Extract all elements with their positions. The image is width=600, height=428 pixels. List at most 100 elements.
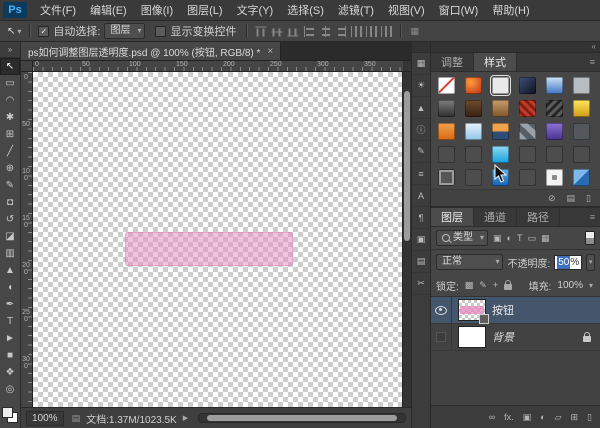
lock-transparency-icon[interactable]: ▩ <box>465 280 474 291</box>
style-swatch[interactable] <box>546 123 563 140</box>
menu-item[interactable]: 图像(I) <box>134 2 180 18</box>
panel-brush-icon[interactable]: ✎ <box>412 141 430 163</box>
tab-paths[interactable]: 路径 <box>517 208 560 226</box>
pen-tool[interactable]: ✒ <box>0 296 20 313</box>
toolbar-collapse-icon[interactable]: » <box>0 42 20 58</box>
lock-pixels-icon[interactable]: ✎ <box>479 280 487 291</box>
distribute-bottom-icon[interactable] <box>381 26 392 37</box>
layer-effects-icon[interactable]: fx. <box>504 412 514 422</box>
layer-filter-dropdown[interactable]: 类型 <box>436 230 488 246</box>
panel-info-icon[interactable]: ⓘ <box>412 119 430 141</box>
crop-tool[interactable]: ⊞ <box>0 126 20 143</box>
tab-styles[interactable]: 样式 <box>474 53 517 71</box>
menu-item[interactable]: 视图(V) <box>381 2 432 18</box>
rectangular-marquee-tool[interactable]: ▭ <box>0 75 20 92</box>
layer-filter-toggle[interactable] <box>585 231 595 245</box>
menu-item[interactable]: 文字(Y) <box>230 2 281 18</box>
auto-select-dropdown[interactable]: 图层 <box>104 23 145 39</box>
menu-item[interactable]: 编辑(E) <box>83 2 134 18</box>
hand-tool[interactable]: ❖ <box>0 364 20 381</box>
panel-tool-presets-icon[interactable]: ✂ <box>412 273 430 295</box>
auto-select-checkbox[interactable] <box>38 26 49 37</box>
tool-preset-caret-icon[interactable]: ▾ <box>17 27 21 36</box>
menu-item[interactable]: 图层(L) <box>180 2 229 18</box>
panel-layer-comps-icon[interactable]: ▣ <box>412 229 430 251</box>
collapse-panels-icon[interactable]: « <box>592 42 596 52</box>
style-swatch[interactable] <box>492 146 509 163</box>
new-adjustment-layer-icon[interactable]: ◐ <box>540 412 545 422</box>
style-swatch[interactable] <box>438 169 455 186</box>
foreground-color-swatch[interactable] <box>3 408 12 417</box>
spot-healing-brush-tool[interactable]: ⊕ <box>0 160 20 177</box>
style-swatch[interactable] <box>573 123 590 140</box>
blend-mode-dropdown[interactable]: 正常 <box>436 254 503 270</box>
eyedropper-tool[interactable]: ╱ <box>0 143 20 160</box>
opacity-field[interactable]: 50 % <box>554 255 582 270</box>
dodge-tool[interactable]: ◖ <box>0 279 20 296</box>
layer-thumbnail[interactable] <box>459 300 485 320</box>
style-swatch[interactable] <box>573 100 590 117</box>
align-vcenter-icon[interactable] <box>272 25 283 37</box>
align-left-icon[interactable] <box>303 26 315 37</box>
type-tool[interactable]: T <box>0 313 20 330</box>
delete-style-icon[interactable]: ▯ <box>586 193 591 204</box>
lock-all-icon[interactable] <box>504 284 512 290</box>
layer-row-button[interactable]: 按钮 <box>431 297 600 324</box>
document-tab[interactable]: ps如何调整图层透明度.psd @ 100% (按钮, RGB/8) * × <box>21 42 281 60</box>
menu-item[interactable]: 选择(S) <box>280 2 331 18</box>
panel-history-icon[interactable]: ▦ <box>412 53 430 75</box>
filter-smart-objects-icon[interactable]: ▦ <box>541 233 550 244</box>
auto-align-layers-icon[interactable]: ▦ <box>410 26 419 37</box>
new-layer-icon[interactable]: ⊞ <box>571 412 579 423</box>
brush-tool[interactable]: ✎ <box>0 177 20 194</box>
style-swatch[interactable] <box>519 100 536 117</box>
distribute-top-icon[interactable] <box>351 26 362 37</box>
align-bottom-icon[interactable] <box>288 25 299 37</box>
style-swatch[interactable] <box>519 77 536 94</box>
style-swatch[interactable] <box>465 123 482 140</box>
style-swatch[interactable] <box>465 169 482 186</box>
clone-stamp-tool[interactable]: ◘ <box>0 194 20 211</box>
horizontal-scrollbar[interactable] <box>198 413 406 423</box>
menu-item[interactable]: 窗口(W) <box>432 2 486 18</box>
tab-channels[interactable]: 通道 <box>474 208 517 226</box>
style-swatch[interactable] <box>546 146 563 163</box>
color-swatches[interactable] <box>3 408 17 422</box>
filter-adjustment-layers-icon[interactable]: ◐ <box>507 233 512 243</box>
panel-color-icon[interactable]: ☀ <box>412 75 430 97</box>
style-none-swatch[interactable] <box>438 77 455 94</box>
show-transform-checkbox[interactable] <box>155 26 166 37</box>
lasso-tool[interactable]: ◠ <box>0 92 20 109</box>
style-swatch[interactable] <box>519 123 536 140</box>
filter-type-layers-icon[interactable]: T <box>517 233 523 243</box>
horizontal-scrollbar-thumb[interactable] <box>207 415 396 421</box>
filter-pixel-layers-icon[interactable]: ▣ <box>493 233 502 244</box>
layer-thumbnail[interactable] <box>459 327 485 347</box>
tab-adjustments[interactable]: 调整 <box>431 53 474 71</box>
eraser-tool[interactable]: ◪ <box>0 228 20 245</box>
style-swatch[interactable] <box>573 169 590 186</box>
link-layers-icon[interactable]: ∞ <box>489 412 495 422</box>
vertical-scrollbar[interactable] <box>402 72 411 407</box>
gradient-tool[interactable]: ▥ <box>0 245 20 262</box>
new-style-icon[interactable]: ▤ <box>567 193 576 204</box>
style-swatch[interactable] <box>546 169 563 186</box>
align-right-icon[interactable] <box>335 26 347 37</box>
tab-layers[interactable]: 图层 <box>431 208 474 226</box>
canvas[interactable] <box>33 72 402 407</box>
menu-item[interactable]: 文件(F) <box>33 2 83 18</box>
zoom-tool[interactable]: ◎ <box>0 381 20 398</box>
new-group-icon[interactable]: ▱ <box>555 412 562 423</box>
delete-layer-icon[interactable]: ▯ <box>587 412 592 423</box>
panel-character-icon[interactable]: A <box>412 185 430 207</box>
move-tool[interactable]: ↖ <box>0 58 20 75</box>
style-swatch[interactable] <box>519 169 536 186</box>
menu-item[interactable]: 帮助(H) <box>485 2 536 18</box>
style-swatch[interactable] <box>492 169 509 186</box>
style-swatch[interactable] <box>546 100 563 117</box>
style-swatch-selected[interactable] <box>492 77 509 94</box>
blur-tool[interactable]: ▲ <box>0 262 20 279</box>
fill-dropdown-caret[interactable]: ▾ <box>589 281 593 290</box>
style-swatch[interactable] <box>465 146 482 163</box>
style-swatch[interactable] <box>546 77 563 94</box>
